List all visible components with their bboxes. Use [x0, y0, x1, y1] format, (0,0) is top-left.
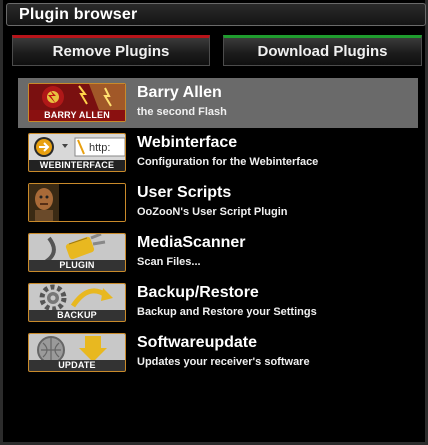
- thumbnail-label: WEBINTERFACE: [29, 160, 125, 171]
- plugin-description: Configuration for the Webinterface: [137, 156, 319, 168]
- plugin-name: Softwareupdate: [137, 334, 258, 351]
- window-title: Plugin browser: [19, 6, 138, 23]
- plugin-description: Scan Files...: [137, 256, 201, 268]
- download-plugins-button[interactable]: Download Plugins: [223, 35, 422, 66]
- thumbnail-label: UPDATE: [29, 360, 125, 371]
- plugin-name: MediaScanner: [137, 234, 246, 251]
- plugin-thumbnail: PLUGIN: [28, 233, 126, 272]
- plugin-item-webinterface[interactable]: http: WEBINTERFACE Webinterface Configur…: [18, 128, 418, 178]
- plugin-item-softwareupdate[interactable]: UPDATE Softwareupdate Updates your recei…: [18, 328, 418, 378]
- plugin-name: Webinterface: [137, 134, 238, 151]
- thumbnail-label: PLUGIN: [29, 260, 125, 271]
- plugin-list: BARRY ALLEN Barry Allen the second Flash…: [18, 78, 418, 378]
- plugin-thumbnail: UPDATE: [28, 333, 126, 372]
- plugin-item-mediascanner[interactable]: PLUGIN MediaScanner Scan Files...: [18, 228, 418, 278]
- plugin-thumbnail: http: WEBINTERFACE: [28, 133, 126, 172]
- plugin-item-backup-restore[interactable]: BACKUP Backup/Restore Backup and Restore…: [18, 278, 418, 328]
- plugin-name: User Scripts: [137, 184, 232, 201]
- svg-text:http:: http:: [89, 142, 110, 154]
- plugin-description: the second Flash: [137, 106, 227, 118]
- plugin-thumbnail: BARRY ALLEN: [28, 83, 126, 122]
- thumbnail-label: BARRY ALLEN: [29, 110, 125, 121]
- plugin-item-user-scripts[interactable]: User Scripts OoZooN's User Script Plugin: [18, 178, 418, 228]
- plugin-thumbnail: [28, 183, 126, 222]
- plugin-name: Barry Allen: [137, 84, 222, 101]
- remove-plugins-button[interactable]: Remove Plugins: [12, 35, 210, 66]
- plugin-description: Backup and Restore your Settings: [137, 306, 317, 318]
- plugin-item-barry-allen[interactable]: BARRY ALLEN Barry Allen the second Flash: [18, 78, 418, 128]
- plugin-description: OoZooN's User Script Plugin: [137, 206, 288, 218]
- character-portrait-icon: [29, 184, 125, 221]
- title-bar: Plugin browser: [6, 3, 426, 26]
- plugin-thumbnail: BACKUP: [28, 283, 126, 322]
- plugin-name: Backup/Restore: [137, 284, 259, 301]
- thumbnail-label: BACKUP: [29, 310, 125, 321]
- plugin-browser-window: Plugin browser Remove Plugins Download P…: [0, 0, 428, 445]
- plugin-description: Updates your receiver's software: [137, 356, 310, 368]
